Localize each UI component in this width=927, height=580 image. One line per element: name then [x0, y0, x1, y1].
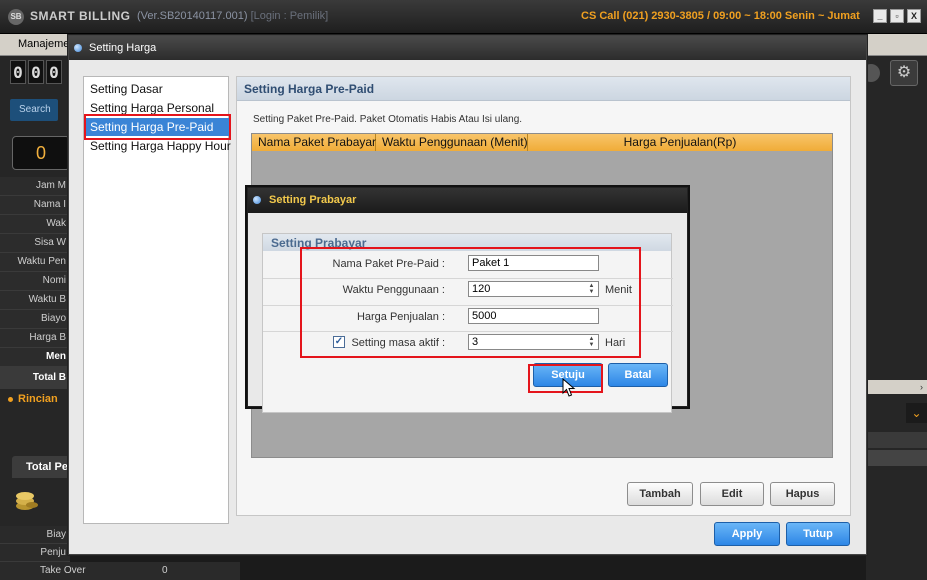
window-controls: _ ▫ X	[873, 9, 921, 23]
nama-paket-input[interactable]: Paket 1	[468, 255, 599, 271]
mouse-cursor-icon	[562, 378, 576, 397]
minimize-button[interactable]: _	[873, 9, 887, 23]
tutup-button[interactable]: Tutup	[786, 522, 850, 546]
takeover-label: Take Over	[40, 565, 86, 576]
scroll-right-arrow[interactable]: ›	[866, 380, 927, 394]
dialog-title: Setting Harga	[89, 42, 157, 54]
info-row: Nomi	[0, 272, 70, 291]
takeover-value: 0	[162, 565, 168, 576]
right-panel	[866, 56, 927, 580]
app-logo-icon: SB	[8, 9, 24, 25]
cs-call-info: CS Call (021) 2930-3805 / 09:00 ~ 18:00 …	[581, 10, 860, 22]
digital-counter: 0 0 0	[10, 60, 62, 86]
harga-penjualan-label: Harga Penjualan :	[356, 311, 445, 323]
counter-digit: 0	[10, 60, 26, 84]
rincian-label[interactable]: Rincian	[8, 393, 58, 405]
info-row: Nama I	[0, 196, 70, 215]
harga-penjualan-input[interactable]: 5000	[468, 308, 599, 324]
window-dot-icon	[74, 44, 82, 52]
app-version: (Ver.SB20140117.001) [Login : Pemilik]	[137, 10, 328, 22]
apply-button[interactable]: Apply	[714, 522, 780, 546]
masa-aktif-checkbox[interactable]: ✓	[333, 336, 345, 348]
right-row	[866, 432, 927, 448]
field-row-harga: Harga Penjualan : 5000	[263, 305, 673, 327]
counter-digit: 0	[28, 60, 44, 84]
info-row: Waktu B	[0, 291, 70, 310]
tambah-button[interactable]: Tambah	[627, 482, 693, 506]
hapus-button[interactable]: Hapus	[770, 482, 835, 506]
prabayar-form: Setting Prabayar Nama Paket Pre-Paid : P…	[262, 233, 673, 413]
summary-rows: Biay Penju	[0, 526, 70, 562]
table-header: Nama Paket Prabayar Waktu Penggunaan (Me…	[252, 134, 832, 151]
login-text: [Login : Pemilik]	[250, 10, 329, 22]
dialog-titlebar[interactable]: Setting Harga	[69, 36, 866, 60]
column-header[interactable]: Nama Paket Prabayar	[252, 134, 376, 151]
menu-manajemen[interactable]: Manajeme	[18, 38, 69, 50]
nav-setting-dasar[interactable]: Setting Dasar	[84, 80, 230, 98]
summary-row: Penju	[0, 544, 70, 562]
panel-title: Setting Harga Pre-Paid	[237, 77, 850, 101]
menit-unit: Menit	[605, 284, 632, 296]
app-name: SMART BILLING	[30, 9, 131, 23]
close-button[interactable]: X	[907, 9, 921, 23]
batal-button[interactable]: Batal	[608, 363, 668, 387]
spinner-icon[interactable]: ▲ ▼	[586, 283, 597, 295]
window-dot-icon	[253, 196, 261, 204]
gear-icon[interactable]: ⚙	[890, 60, 918, 86]
info-rows: Jam M Nama I Wak Sisa W Waktu Pen Nomi W…	[0, 177, 70, 389]
panel-description: Setting Paket Pre-Paid. Paket Otomatis H…	[253, 114, 523, 125]
nama-paket-label: Nama Paket Pre-Paid :	[332, 258, 446, 270]
version-text: (Ver.SB20140117.001)	[137, 10, 248, 22]
info-row-total: Total B	[0, 367, 70, 389]
edit-button[interactable]: Edit	[700, 482, 764, 506]
coins-icon	[16, 492, 38, 510]
info-row: Men	[0, 348, 70, 367]
column-header[interactable]: Waktu Penggunaan (Menit)	[376, 134, 528, 151]
masa-aktif-input[interactable]: 3 ▲ ▼	[468, 334, 599, 350]
info-row: Biayo	[0, 310, 70, 329]
field-row-masa: ✓ Setting masa aktif : 3 ▲ ▼ Hari	[263, 331, 673, 353]
takeover-row: Take Over 0	[0, 562, 240, 580]
settings-nav: Setting Dasar Setting Harga Personal Set…	[83, 76, 231, 524]
nav-setting-harga-personal[interactable]: Setting Harga Personal	[84, 99, 230, 117]
waktu-value: 120	[472, 283, 491, 295]
counter-display: 0	[12, 136, 70, 170]
nav-setting-harga-happy-hour[interactable]: Setting Harga Happy Hour	[84, 137, 231, 155]
chevron-down-icon[interactable]: ⌄	[906, 403, 927, 423]
setting-prabayar-dialog: Setting Prabayar Setting Prabayar Nama P…	[247, 187, 688, 413]
info-row: Harga B	[0, 329, 70, 348]
inner-dialog-body: Setting Prabayar Nama Paket Pre-Paid : P…	[248, 213, 687, 413]
hari-unit: Hari	[605, 337, 626, 349]
info-row: Jam M	[0, 177, 70, 196]
right-row	[866, 450, 927, 466]
info-row: Sisa W	[0, 234, 70, 253]
info-row: Waktu Pen	[0, 253, 70, 272]
waktu-penggunaan-input[interactable]: 120 ▲ ▼	[468, 281, 599, 297]
nav-setting-harga-pre-paid[interactable]: Setting Harga Pre-Paid	[84, 118, 230, 136]
search-button[interactable]: Search	[10, 99, 58, 121]
inner-dialog-titlebar[interactable]: Setting Prabayar	[248, 188, 687, 213]
masa-aktif-label: Setting masa aktif :	[351, 337, 445, 349]
form-title: Setting Prabayar	[263, 234, 671, 251]
spinner-icon[interactable]: ▲ ▼	[586, 336, 597, 348]
waktu-penggunaan-label: Waktu Penggunaan :	[342, 284, 445, 296]
total-tab[interactable]: Total Pe	[12, 456, 70, 478]
app-titlebar: SB SMART BILLING (Ver.SB20140117.001) [L…	[0, 0, 927, 34]
restore-button[interactable]: ▫	[890, 9, 904, 23]
field-row-nama: Nama Paket Pre-Paid : Paket 1	[263, 253, 673, 275]
counter-digit: 0	[46, 60, 62, 84]
field-row-waktu: Waktu Penggunaan : 120 ▲ ▼ Menit	[263, 278, 673, 300]
column-header[interactable]: Harga Penjualan(Rp)	[528, 134, 832, 151]
inner-dialog-title: Setting Prabayar	[269, 194, 357, 206]
summary-row: Biay	[0, 526, 70, 544]
masa-value: 3	[472, 336, 479, 348]
info-row: Wak	[0, 215, 70, 234]
